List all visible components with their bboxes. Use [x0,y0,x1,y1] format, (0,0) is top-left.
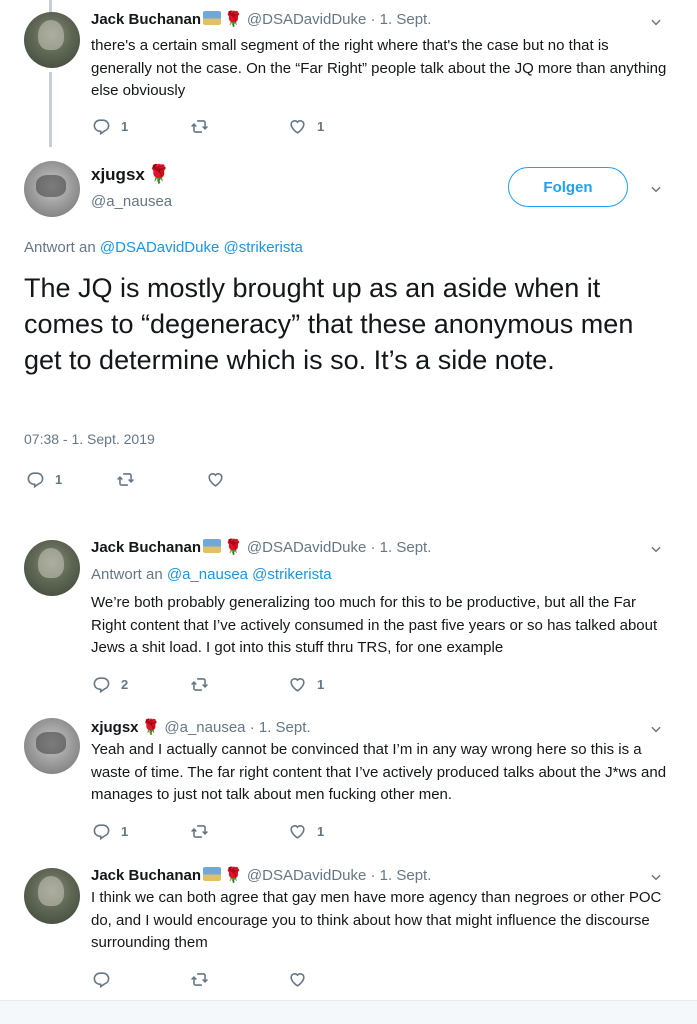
reply-button[interactable]: 1 [92,822,190,841]
reply-button[interactable]: 1 [92,117,190,136]
reply-button[interactable]: 1 [26,470,116,489]
tweet-text: We’re both probably generalizing too muc… [91,594,658,656]
rose-emoji-icon: 🌹 [141,719,161,736]
tweet-date[interactable]: · 1. Sept. [250,719,311,736]
reply-icon [92,117,111,136]
like-count: 1 [317,677,325,692]
tweet-header: Jack Buchanan 🌹 @DSADavidDuke · 1. Sept. [91,866,431,884]
heart-icon [288,675,307,694]
follow-button[interactable]: Folgen [508,167,628,207]
like-button[interactable] [288,970,386,989]
heart-icon [206,470,225,489]
reply-handles[interactable]: @DSADavidDuke @strikerista [100,239,303,256]
display-name[interactable]: Jack Buchanan [91,539,201,556]
reply-icon [92,675,111,694]
display-name[interactable]: Jack Buchanan [91,867,201,884]
rose-emoji-icon: 🌹 [224,539,243,556]
thread-line [49,72,52,147]
reply-to-line: Antwort an @DSADavidDuke @strikerista [24,239,303,256]
reply-handles[interactable]: @a_nausea @strikerista [167,566,332,583]
retweet-button[interactable] [190,822,288,841]
like-count: 1 [317,824,325,839]
retweet-icon [190,675,209,694]
reply-count: 1 [121,119,129,134]
tweet-actions [92,970,386,989]
tweet-date[interactable]: · 1. Sept. [371,867,432,884]
handle[interactable]: @DSADavidDuke [247,11,366,28]
like-button[interactable]: 1 [288,822,386,841]
avatar[interactable] [24,868,80,924]
reply-icon [92,970,111,989]
handle[interactable]: @a_nausea [164,719,245,736]
tweet-text: I think we can both agree that gay men h… [91,889,662,951]
handle[interactable]: @DSADavidDuke [247,867,366,884]
tweet-text: there's a certain small segment of the r… [91,37,667,99]
reply-prefix: Antwort an [24,239,96,256]
handle[interactable]: @a_nausea [91,193,172,210]
chevron-down-icon[interactable] [649,722,663,736]
display-name[interactable]: xjugsx [91,165,145,184]
chevron-down-icon[interactable] [649,542,663,556]
tweet-actions: 1 [26,470,296,489]
rose-emoji-icon: 🌹 [224,867,243,884]
tweet-header: xjugsx 🌹 @a_nausea · 1. Sept. [91,718,311,736]
reply-count: 2 [121,677,129,692]
tweet-date[interactable]: · 1. Sept. [371,11,432,28]
retweet-icon [116,470,135,489]
flag-emoji-icon [203,867,222,881]
rose-emoji-icon: 🌹 [224,11,243,28]
avatar[interactable] [24,12,80,68]
flag-emoji-icon [203,539,222,553]
retweet-icon [190,117,209,136]
retweet-icon [190,822,209,841]
reply-button[interactable]: 2 [92,675,190,694]
like-button[interactable] [206,470,296,489]
chevron-down-icon[interactable] [649,182,663,196]
heart-icon [288,117,307,136]
like-button[interactable]: 1 [288,117,386,136]
tweet-timestamp[interactable]: 07:38 - 1. Sept. 2019 [24,431,155,447]
avatar[interactable] [24,718,80,774]
tweet-actions: 2 1 [92,675,386,694]
retweet-button[interactable] [116,470,206,489]
heart-icon [288,822,307,841]
bottom-bar [0,1000,697,1024]
rose-emoji-icon: 🌹 [147,164,171,184]
tweet-text: Yeah and I actually cannot be convinced … [91,741,667,803]
flag-emoji-icon [203,11,222,25]
tweet-header: Jack Buchanan 🌹 @DSADavidDuke · 1. Sept. [91,538,431,556]
avatar[interactable] [24,161,80,217]
heart-icon [288,970,307,989]
reply-icon [92,822,111,841]
display-name[interactable]: Jack Buchanan [91,11,201,28]
retweet-button[interactable] [190,970,288,989]
reply-prefix: Antwort an [91,566,163,583]
avatar[interactable] [24,540,80,596]
retweet-button[interactable] [190,117,288,136]
reply-button[interactable] [92,970,190,989]
like-button[interactable]: 1 [288,675,386,694]
tweet-actions: 1 1 [92,822,386,841]
tweet-header: xjugsx 🌹 [91,164,170,185]
reply-count: 1 [121,824,129,839]
chevron-down-icon[interactable] [649,870,663,884]
chevron-down-icon[interactable] [649,15,663,29]
tweet-actions: 1 1 [92,117,386,136]
reply-to-line: Antwort an @a_nausea @strikerista [91,566,332,583]
tweet-header: Jack Buchanan 🌹 @DSADavidDuke · 1. Sept. [91,10,431,28]
reply-icon [26,470,45,489]
tweet-date[interactable]: · 1. Sept. [371,539,432,556]
retweet-button[interactable] [190,675,288,694]
display-name[interactable]: xjugsx [91,719,139,736]
like-count: 1 [317,119,325,134]
handle[interactable]: @DSADavidDuke [247,539,366,556]
tweet-text: The JQ is mostly brought up as an aside … [24,273,634,375]
reply-count: 1 [55,472,63,487]
retweet-icon [190,970,209,989]
